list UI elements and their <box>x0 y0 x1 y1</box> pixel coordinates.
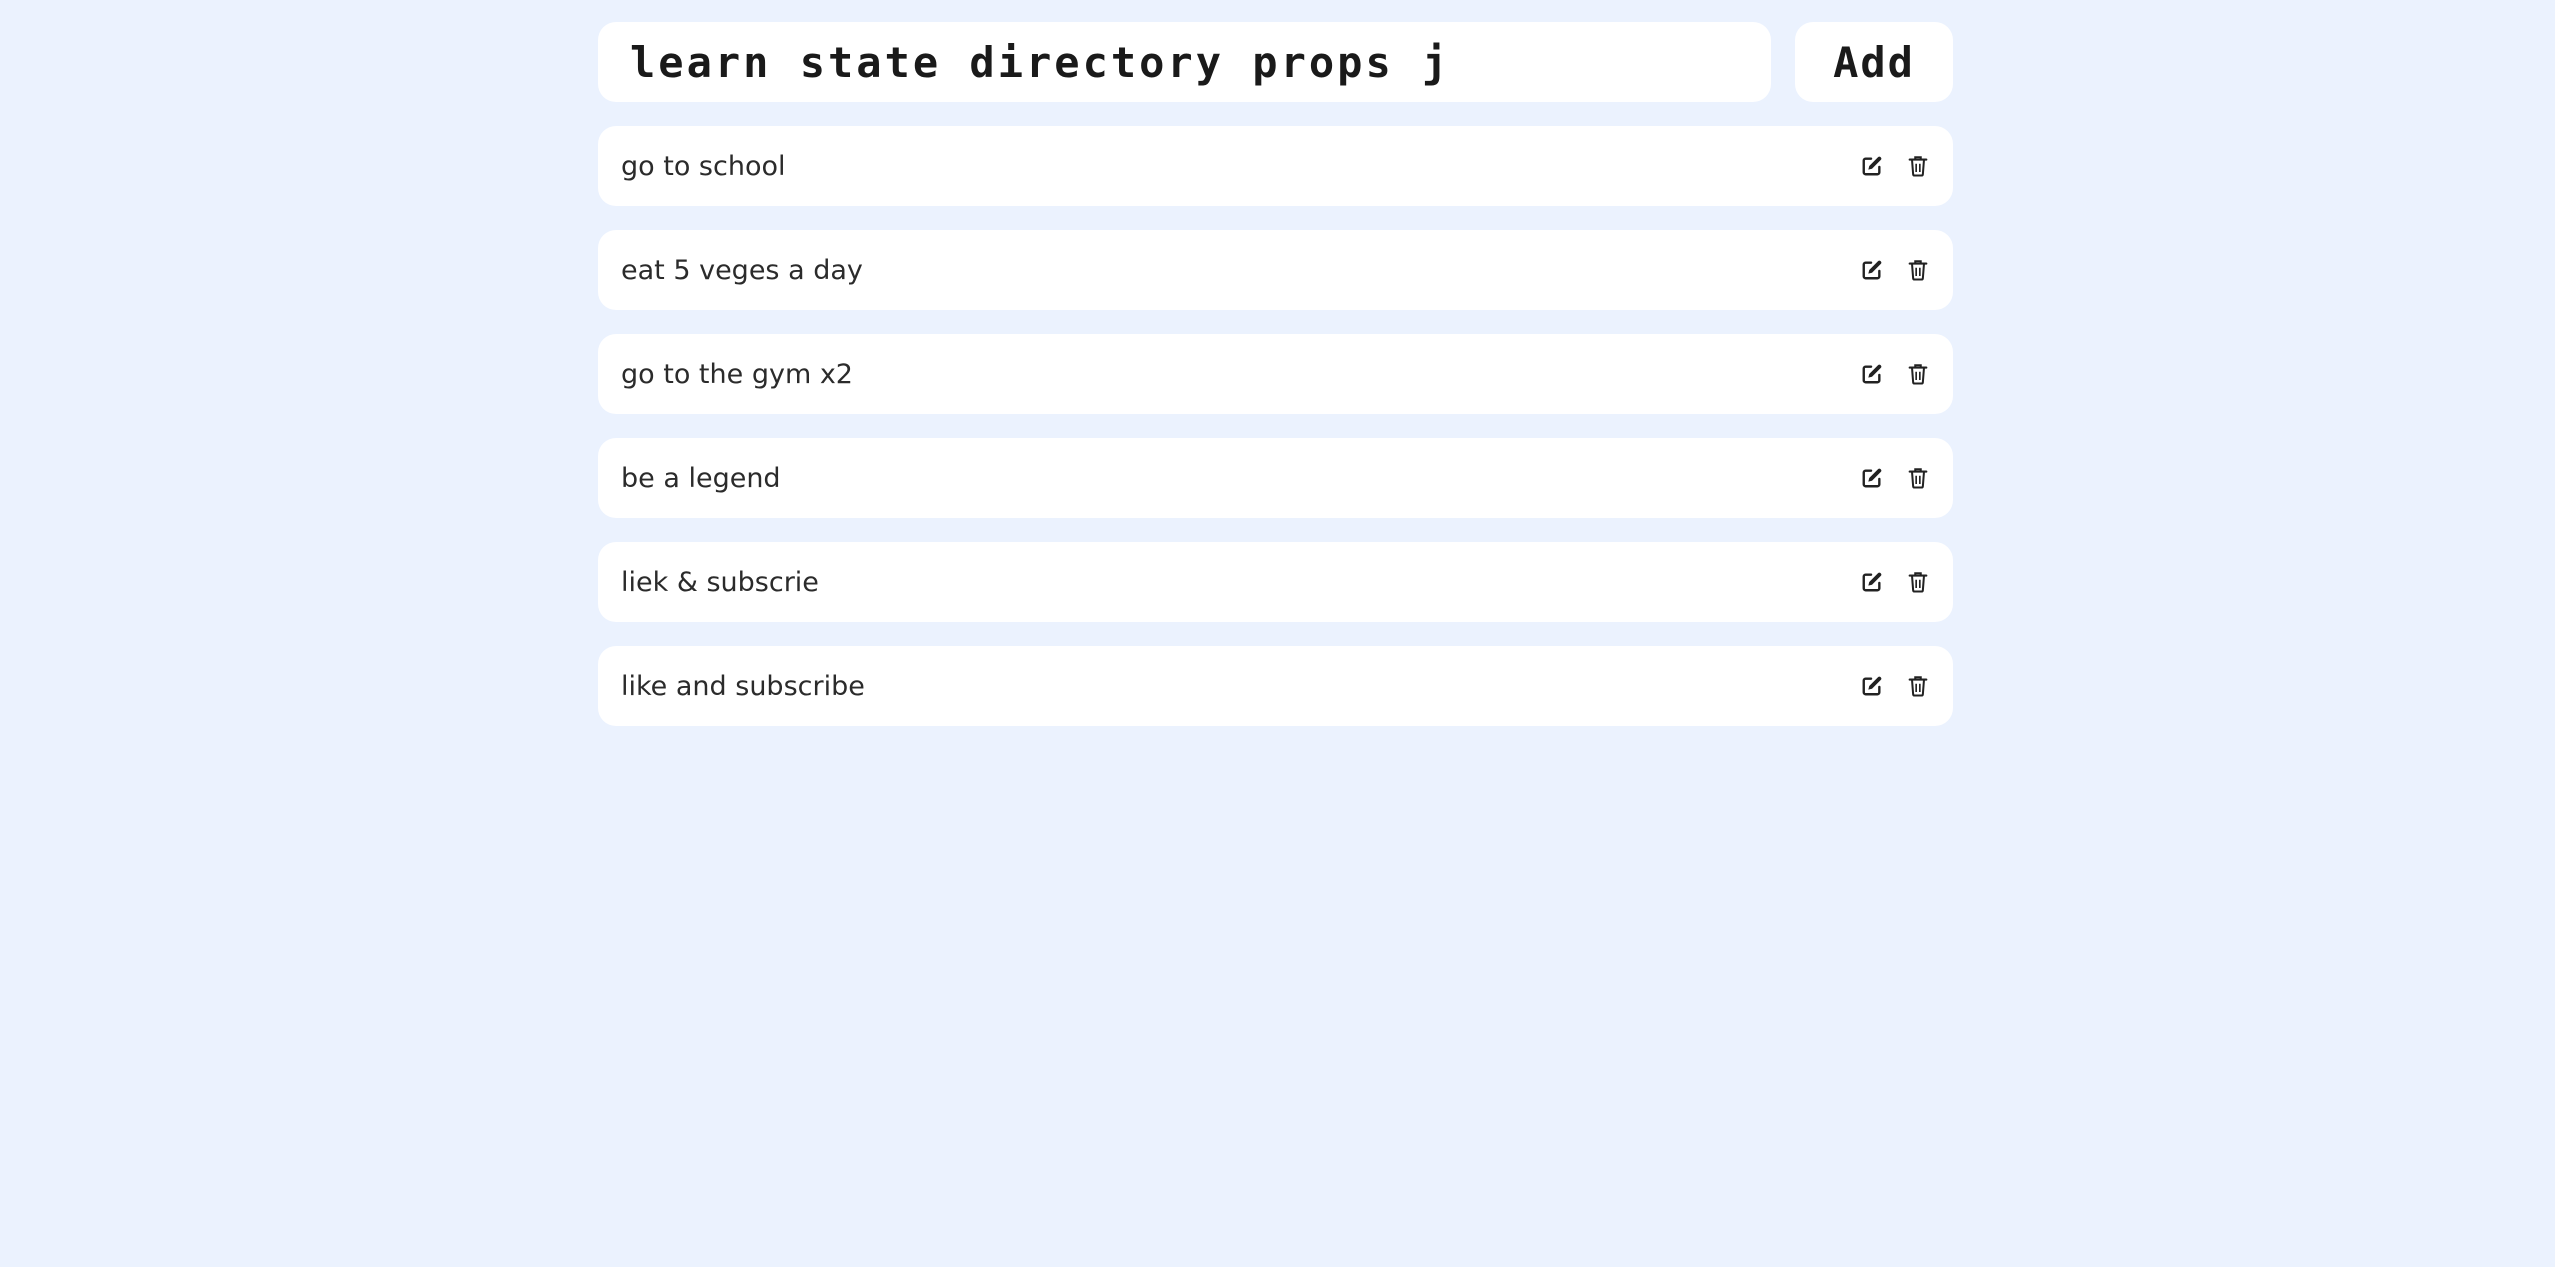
edit-icon[interactable] <box>1859 257 1885 283</box>
todo-item: go to school <box>598 126 1953 206</box>
todo-item: liek & subscrie <box>598 542 1953 622</box>
todo-item: be a legend <box>598 438 1953 518</box>
edit-icon[interactable] <box>1859 569 1885 595</box>
todo-app: Add go to school eat 5 veges a day go to… <box>598 22 1953 750</box>
trash-icon[interactable] <box>1905 465 1931 491</box>
todo-item: eat 5 veges a day <box>598 230 1953 310</box>
edit-icon[interactable] <box>1859 153 1885 179</box>
todo-text: go to the gym x2 <box>621 358 853 390</box>
edit-icon[interactable] <box>1859 361 1885 387</box>
edit-icon[interactable] <box>1859 465 1885 491</box>
trash-icon[interactable] <box>1905 361 1931 387</box>
todo-text: liek & subscrie <box>621 566 819 598</box>
todo-text: eat 5 veges a day <box>621 254 863 286</box>
trash-icon[interactable] <box>1905 153 1931 179</box>
todo-item: go to the gym x2 <box>598 334 1953 414</box>
todo-item: like and subscribe <box>598 646 1953 726</box>
todo-text: be a legend <box>621 462 781 494</box>
trash-icon[interactable] <box>1905 673 1931 699</box>
trash-icon[interactable] <box>1905 257 1931 283</box>
todo-list: go to school eat 5 veges a day go to the… <box>598 126 1953 726</box>
add-button[interactable]: Add <box>1795 22 1953 102</box>
todo-text: like and subscribe <box>621 670 865 702</box>
edit-icon[interactable] <box>1859 673 1885 699</box>
todo-text: go to school <box>621 150 786 182</box>
trash-icon[interactable] <box>1905 569 1931 595</box>
add-todo-form: Add <box>598 22 1953 102</box>
new-todo-input[interactable] <box>598 22 1771 102</box>
